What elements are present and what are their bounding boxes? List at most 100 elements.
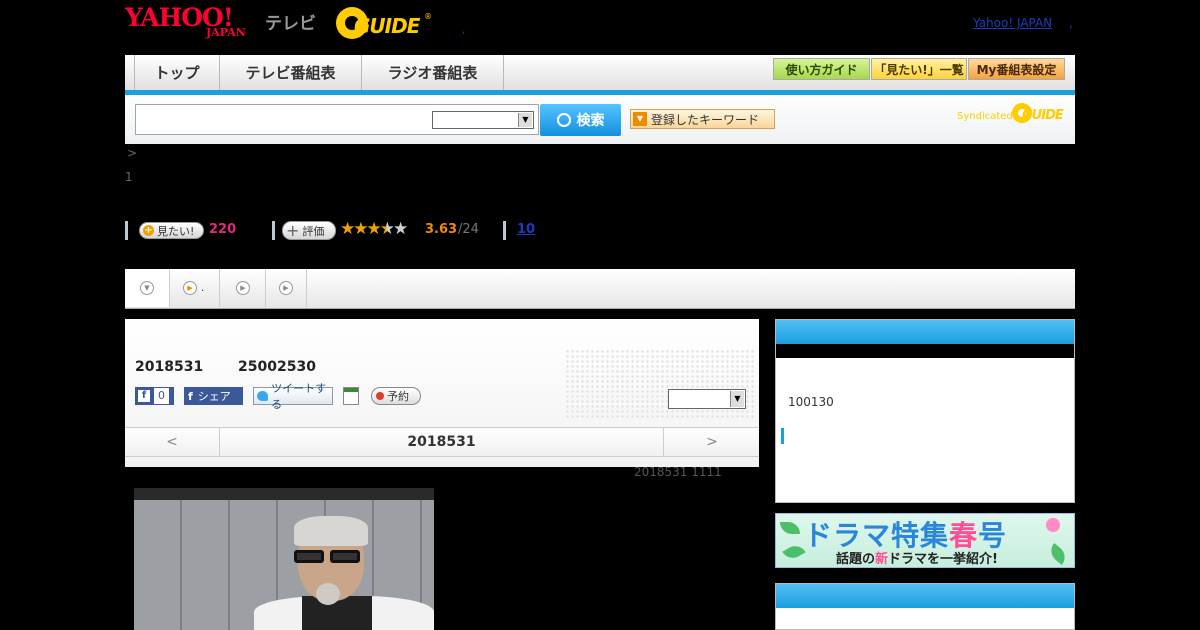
facebook-icon: f [188,389,193,403]
nav-tab-top[interactable]: トップ [135,55,220,90]
search-category-select[interactable]: ▼ [432,111,534,129]
guide-button[interactable]: 使い方ガイド [773,58,870,80]
plus-icon: + [286,220,300,240]
search-button-label: 検索 [576,113,605,129]
divider [503,221,506,240]
section-tab-1[interactable]: ▼ [125,269,170,307]
chevron-down-icon: ▼ [140,281,154,295]
banner-sub-1: 話題の [836,552,876,567]
chevron-down-icon: ▼ [730,391,744,407]
divider [125,221,128,240]
updated-timestamp: 2018531 1111 [634,465,722,479]
section-tabs: ▼ ▶ . ▶ ▶ [125,269,1075,309]
facebook-like-count: 0 [154,388,169,404]
rating-score: 3.63 [425,222,458,237]
registered-mark: ® [424,12,432,21]
yahoo-japan-link[interactable]: Yahoo! JAPAN [973,16,1052,30]
next-date-button[interactable]: > [663,428,760,456]
tv-logo-text[interactable]: テレビ [265,9,316,34]
current-date: 2018531 [407,434,476,450]
breadcrumb[interactable]: > [127,146,137,160]
want-button[interactable]: + 見たい! [139,222,204,239]
photo-beard [316,583,340,605]
photo-glasses-right [330,550,360,563]
flower-icon [1046,518,1060,532]
page-number: 1 [125,170,133,184]
gguide-logo-text: GUIDE [354,14,420,38]
calendar-add-icon[interactable] [343,387,359,405]
facebook-like-button[interactable]: f 0 [135,387,174,405]
section-tab-2-label: . [201,282,205,294]
review-count-link[interactable]: 10 [517,222,535,237]
tweet-button[interactable]: ツイートする [253,382,333,411]
program-panel: 2018531 25002530 f 0 f シェア ツイートする 予約 ▼ <… [125,319,759,467]
main-nav: トップ テレビ番組表 ラジオ番組表 使い方ガイド 「見たい!」一覧 My番組表設… [125,55,1075,95]
banner-sub-2: ドラマを一挙紹介! [888,552,998,567]
sidebar-box: 100130 [775,319,1075,503]
drama-special-banner[interactable]: ドラマ特集春号 話題の新ドラマを一挙紹介! [775,513,1075,568]
sidebar-value: 100130 [788,395,834,409]
photo-top-band [134,488,434,500]
star-half-icon: ★ [379,219,395,239]
divider [272,221,275,240]
share-label: シェア [197,390,231,403]
nav-tab-radio-schedule[interactable]: ラジオ番組表 [362,55,504,90]
reserve-device-select[interactable]: ▼ [668,389,746,409]
search-button[interactable]: 検索 [540,104,621,136]
plus-icon: + [143,225,154,236]
facebook-share-button[interactable]: f シェア [184,387,243,405]
syndicated-label: Syndicated [957,111,1013,122]
chevron-down-icon: ▼ [633,112,647,126]
play-icon: ▶ [236,281,250,295]
sidebar-box-header [776,320,1074,344]
rate-button-label: 評価 [302,224,325,238]
record-dot-icon [376,392,384,400]
section-tab-4[interactable]: ▶ [266,269,307,307]
banner-sub-new: 新 [875,552,889,567]
rating-count: /24 [458,222,479,237]
sidebar-box-2 [775,583,1075,630]
play-icon: ▶ [183,281,197,295]
program-time: 25002530 [238,359,316,375]
program-photo [134,488,434,630]
registered-keywords-button[interactable]: ▼ 登録したキーワード [630,109,775,129]
want-list-button[interactable]: 「見たい!」一覧 [871,58,967,80]
sidebar-box-band [776,344,1074,358]
leaf-icon [780,522,800,534]
sidebar-box-2-header [776,584,1074,608]
nav-tab-tv-schedule[interactable]: テレビ番組表 [220,55,362,90]
yahoo-logo-japan: JAPAN [206,26,246,39]
reserve-button[interactable]: 予約 [371,387,421,405]
search-bar: ▼ 検索 ▼ 登録したキーワード Syndicated GUIDE [125,95,1075,144]
section-tab-2[interactable]: ▶ . [170,269,220,307]
tweet-label: ツイートする [271,382,327,411]
nav-edge [125,55,135,90]
program-date: 2018531 [135,359,204,375]
registered-keywords-label: 登録したキーワード [651,112,760,127]
leaf-icon [1046,542,1070,566]
reserve-label: 予約 [387,390,409,403]
header-link-separator[interactable]: , [1069,16,1073,30]
rating-stars: ★★★★★ [340,219,408,239]
star-filled-icon: ★★★ [340,219,382,239]
banner-subtitle: 話題の新ドラマを一挙紹介! [836,548,998,567]
rate-button[interactable]: + 評価 [282,221,336,240]
header-link-dot[interactable]: , [462,25,465,36]
section-tab-3[interactable]: ▶ [221,269,266,307]
star-empty-icon: ★ [392,219,408,239]
twitter-bird-icon [257,391,269,401]
photo-glasses-left [294,550,324,563]
date-navigator: < 2018531 > [125,427,759,457]
prev-date-button[interactable]: < [125,428,220,456]
facebook-icon: f [138,390,150,402]
chevron-down-icon: ▼ [518,113,532,127]
syndicated-guide-text: GUIDE [1022,108,1064,123]
leaf-icon [782,541,806,563]
my-schedule-settings-button[interactable]: My番組表設定 [968,58,1065,80]
photo-hair [294,516,368,546]
want-button-label: 見たい! [157,224,195,238]
sidebar-marker [781,428,784,444]
want-count: 220 [209,222,237,237]
play-icon: ▶ [279,281,293,295]
search-icon [556,113,571,127]
